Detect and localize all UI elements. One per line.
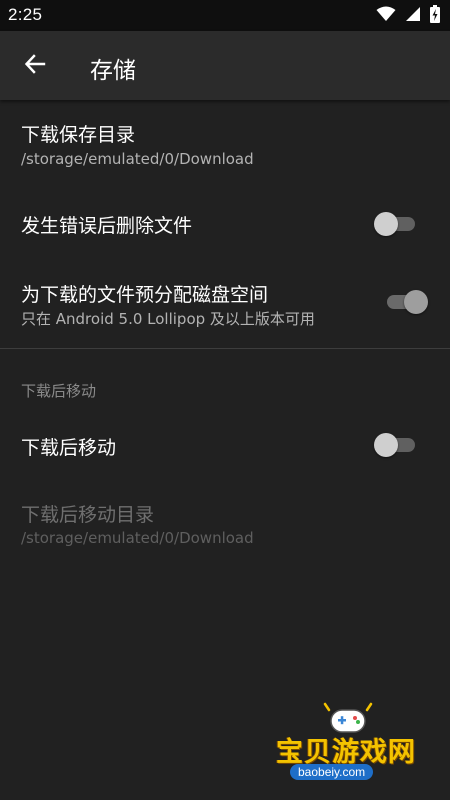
status-time: 2:25	[8, 5, 43, 24]
section-divider	[0, 348, 450, 349]
download-dir-title: 下载保存目录	[21, 124, 136, 146]
arrow-left-icon	[24, 53, 46, 79]
page-title: 存储	[90, 58, 136, 84]
watermark-url: baobeiy.com	[290, 764, 374, 780]
signal-icon	[405, 6, 421, 26]
move-after-download-setting[interactable]: 下载后移动	[0, 412, 450, 478]
status-bar: 2:25	[0, 0, 450, 31]
storage-settings-screen: 2:25 存储 下载保存目录 /storage/emulated/0/Downl…	[0, 0, 450, 800]
preallocate-toggle[interactable]	[384, 287, 428, 317]
watermark-logo: 宝贝游戏网 baobeiy.com	[268, 700, 428, 790]
preallocate-setting[interactable]: 为下载的文件预分配磁盘空间 只在 Android 5.0 Lollipop 及以…	[0, 266, 450, 344]
move-section-header: 下载后移动	[21, 382, 97, 400]
move-after-download-toggle[interactable]	[374, 430, 418, 460]
toggle-thumb	[374, 212, 398, 236]
download-dir-setting[interactable]: 下载保存目录 /storage/emulated/0/Download	[0, 100, 450, 182]
move-after-download-title: 下载后移动	[21, 437, 117, 459]
toggle-thumb	[374, 433, 398, 457]
app-bar: 存储	[0, 31, 450, 100]
delete-on-error-toggle[interactable]	[374, 209, 418, 239]
battery-charging-icon	[430, 5, 440, 27]
wifi-icon	[376, 6, 396, 26]
preallocate-title: 为下载的文件预分配磁盘空间	[21, 284, 269, 306]
delete-on-error-title: 发生错误后删除文件	[21, 215, 193, 237]
preallocate-summary: 只在 Android 5.0 Lollipop 及以上版本可用	[21, 310, 315, 328]
move-dir-setting: 下载后移动目录 /storage/emulated/0/Download	[0, 482, 450, 564]
status-icons	[376, 5, 440, 27]
move-dir-path: /storage/emulated/0/Download	[21, 529, 254, 547]
download-dir-path: /storage/emulated/0/Download	[21, 150, 254, 168]
toggle-thumb	[404, 290, 428, 314]
back-button[interactable]	[14, 45, 56, 87]
move-dir-title: 下载后移动目录	[21, 504, 155, 526]
delete-on-error-setting[interactable]: 发生错误后删除文件	[0, 190, 450, 258]
